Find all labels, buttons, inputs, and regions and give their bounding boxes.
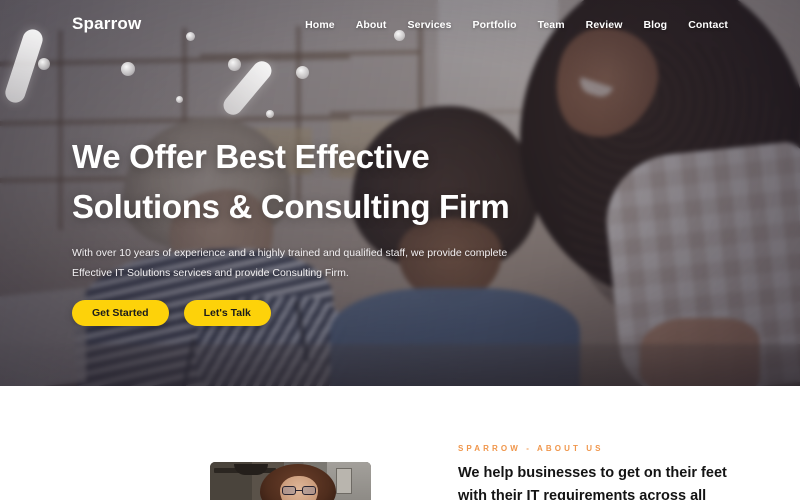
nav-link-blog[interactable]: Blog <box>643 19 667 31</box>
main-navigation-bar: Sparrow Home About Services Portfolio Te… <box>0 0 800 48</box>
nav-item-about[interactable]: About <box>356 15 387 33</box>
hero-title-line-2: Solutions & Consulting Firm <box>72 188 510 226</box>
about-photo-frame <box>336 468 352 494</box>
nav-item-review[interactable]: Review <box>586 15 623 33</box>
glasses-left-lens <box>282 486 296 495</box>
nav-link-review[interactable]: Review <box>586 19 623 31</box>
nav-link-home[interactable]: Home <box>305 19 335 31</box>
glasses-right-lens <box>302 486 316 495</box>
nav-links-list: Home About Services Portfolio Team Revie… <box>305 15 728 33</box>
nav-link-services[interactable]: Services <box>408 19 452 31</box>
nav-link-team[interactable]: Team <box>538 19 565 31</box>
nav-link-about[interactable]: About <box>356 19 387 31</box>
bokeh-circle <box>176 96 183 103</box>
nav-item-team[interactable]: Team <box>538 15 565 33</box>
landing-page: Sparrow Home About Services Portfolio Te… <box>0 0 800 500</box>
about-eyebrow: Sparrow - About Us <box>458 444 604 453</box>
nav-item-home[interactable]: Home <box>305 15 335 33</box>
hero-subtitle: With over 10 years of experience and a h… <box>72 247 508 279</box>
about-section: Sparrow - About Us We help businesses to… <box>0 386 800 500</box>
glasses-icon <box>282 486 316 495</box>
nav-item-contact[interactable]: Contact <box>688 15 728 33</box>
hero-title-line-1: We Offer Best Effective <box>72 138 430 175</box>
nav-link-portfolio[interactable]: Portfolio <box>473 19 517 31</box>
site-logo[interactable]: Sparrow <box>72 14 141 34</box>
lets-talk-button[interactable]: Let's Talk <box>183 300 271 327</box>
about-photo <box>210 462 371 500</box>
hero-title: We Offer Best Effective Solutions & Cons… <box>72 132 542 232</box>
bokeh-circle <box>266 110 274 118</box>
nav-link-contact[interactable]: Contact <box>688 19 728 31</box>
bokeh-circle <box>38 58 50 70</box>
get-started-button[interactable]: Get Started <box>72 300 169 327</box>
hero-section: Sparrow Home About Services Portfolio Te… <box>0 0 800 386</box>
nav-item-services[interactable]: Services <box>408 15 452 33</box>
about-heading: We help businesses to get on their feet … <box>458 465 727 500</box>
hero-button-group: Get Started Let's Talk <box>72 300 542 327</box>
bokeh-circle <box>296 66 309 79</box>
bokeh-circle <box>228 58 241 71</box>
nav-item-blog[interactable]: Blog <box>643 15 667 33</box>
hero-content: We Offer Best Effective Solutions & Cons… <box>72 132 542 327</box>
nav-item-portfolio[interactable]: Portfolio <box>473 15 517 33</box>
bokeh-circle <box>121 62 135 76</box>
about-text-block: Sparrow - About Us We help businesses to… <box>458 444 758 500</box>
